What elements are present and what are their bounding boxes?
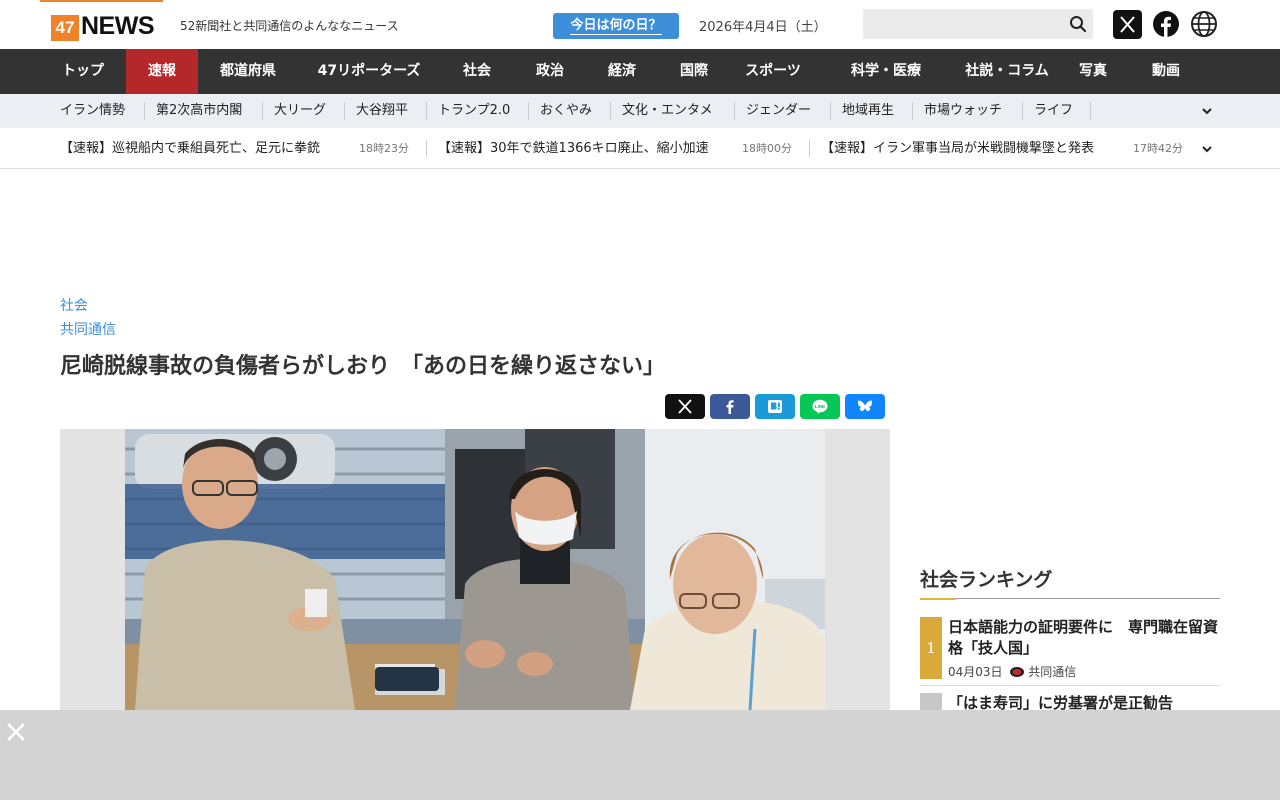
chevron-down-icon[interactable] [1201,105,1213,117]
article-title: 尼崎脱線事故の負傷者らがしおり 「あの日を繰り返さない」 [60,354,666,379]
nav-item-videos[interactable]: 動画 [1128,49,1204,94]
ranking-divider [920,598,1220,599]
topic-item[interactable]: おくやみ [540,94,592,128]
topic-nav: イラン情勢 第2次高市内閣 大リーグ 大谷翔平 トランプ2.0 おくやみ 文化・… [0,94,1280,128]
topic-divider [734,102,735,120]
rank-number: 1 [920,617,942,679]
hatena-bookmark-icon [768,400,782,413]
breaking-news-link[interactable]: 【速報】30年で鉄道1366キロ廃止、縮小加速 [438,128,709,169]
topic-item[interactable]: イラン情勢 [60,94,125,128]
ranking-item-date: 04月03日 [948,665,1003,679]
site-tagline: 52新聞社と共同通信のよんななニュース [180,19,399,33]
article-category-link[interactable]: 社会 [60,295,88,315]
bluesky-icon [857,400,873,412]
line-icon: LINE [812,399,828,414]
nav-item-top[interactable]: トップ [40,49,126,94]
topic-item[interactable]: ジェンダー [746,94,811,128]
share-hatena-button[interactable] [755,394,795,419]
x-icon [678,399,692,414]
today-button[interactable]: 今日は何の日？ [553,13,679,39]
breaking-news-time: 18時00分 [742,142,792,155]
breaking-news-time: 17時42分 [1133,142,1183,155]
topic-divider [144,102,145,120]
ranking-item-meta: 04月03日 共同通信 [948,663,1076,680]
topic-item[interactable]: 市場ウォッチ [924,94,1002,128]
nav-item-prefectures[interactable]: 都道府県 [198,49,298,94]
topic-divider [830,102,831,120]
facebook-icon [726,400,734,414]
share-facebook-button[interactable] [710,394,750,419]
kyodo-logo-icon [1010,667,1025,677]
ranking-separator [920,685,1220,686]
nav-item-international[interactable]: 国際 [658,49,730,94]
chevron-down-icon[interactable] [1201,143,1213,155]
logo-number: 47 [51,15,79,41]
ranking-item-source: 共同通信 [1028,665,1077,679]
breaking-news-link[interactable]: 【速報】巡視船内で乗組員死亡、足元に拳銃 [60,128,320,169]
topic-divider [610,102,611,120]
topic-item[interactable]: 地域再生 [842,94,894,128]
current-date: 2026年4月4日（土） [699,20,827,35]
ranking-divider-accent [920,598,956,600]
topic-divider [528,102,529,120]
topic-divider [1022,102,1023,120]
topic-item[interactable]: 大リーグ [274,94,326,128]
topic-item[interactable]: 大谷翔平 [356,94,408,128]
ticker-divider [426,140,427,157]
site-header: 47 NEWS 52新聞社と共同通信のよんななニュース 今日は何の日？ 2026… [0,0,1280,49]
nav-item-reporters[interactable]: 47リポーターズ [298,49,440,94]
topic-divider [426,102,427,120]
facebook-icon[interactable] [1152,10,1180,38]
nav-item-politics[interactable]: 政治 [514,49,586,94]
today-button-label: 今日は何の日？ [570,18,662,35]
main-nav: トップ 速報 都道府県 47リポーターズ 社会 政治 経済 国際 スポーツ 科学… [0,49,1280,94]
nav-item-science[interactable]: 科学・医療 [816,49,956,94]
nav-item-photos[interactable]: 写真 [1058,49,1128,94]
share-line-button[interactable]: LINE [800,394,840,419]
topic-divider [1090,102,1091,120]
site-logo[interactable]: 47 NEWS [40,0,163,49]
search-icon[interactable] [1069,15,1087,33]
svg-text:LINE: LINE [815,404,825,409]
article-photo-frame [60,429,890,710]
breaking-news-ticker: 【速報】巡視船内で乗組員死亡、足元に拳銃 18時23分 【速報】30年で鉄道13… [0,128,1280,169]
topic-item[interactable]: 文化・エンタメ [622,94,713,128]
breaking-news-time: 18時23分 [359,142,409,155]
bottom-ad-overlay [0,710,1280,800]
search-input[interactable] [863,9,1093,39]
nav-item-sports[interactable]: スポーツ [730,49,816,94]
share-bluesky-button[interactable] [845,394,885,419]
topic-divider [912,102,913,120]
topic-item[interactable]: トランプ2.0 [438,94,510,128]
ranking-title: 社会ランキング [920,569,1053,591]
topic-divider [262,102,263,120]
ticker-divider [809,140,810,157]
topic-divider [344,102,345,120]
article-photo[interactable] [125,429,825,710]
nav-item-breaking[interactable]: 速報 [126,49,198,94]
x-icon[interactable] [1113,10,1142,39]
article-source-link[interactable]: 共同通信 [60,319,116,339]
topic-item[interactable]: 第2次高市内閣 [156,94,242,128]
share-x-button[interactable] [665,394,705,419]
breaking-news-link[interactable]: 【速報】イラン軍事当局が米戦闘機撃墜と発表 [821,128,1094,169]
close-icon[interactable] [7,723,25,741]
globe-icon[interactable] [1190,10,1218,38]
topic-item[interactable]: ライフ [1034,94,1073,128]
nav-item-economy[interactable]: 経済 [586,49,658,94]
logo-text: NEWS [81,12,155,40]
ranking-item-link[interactable]: 日本語能力の証明要件に 専門職在留資格「技人国」 [948,617,1220,659]
nav-item-editorial[interactable]: 社説・コラム [956,49,1058,94]
nav-item-society[interactable]: 社会 [440,49,514,94]
